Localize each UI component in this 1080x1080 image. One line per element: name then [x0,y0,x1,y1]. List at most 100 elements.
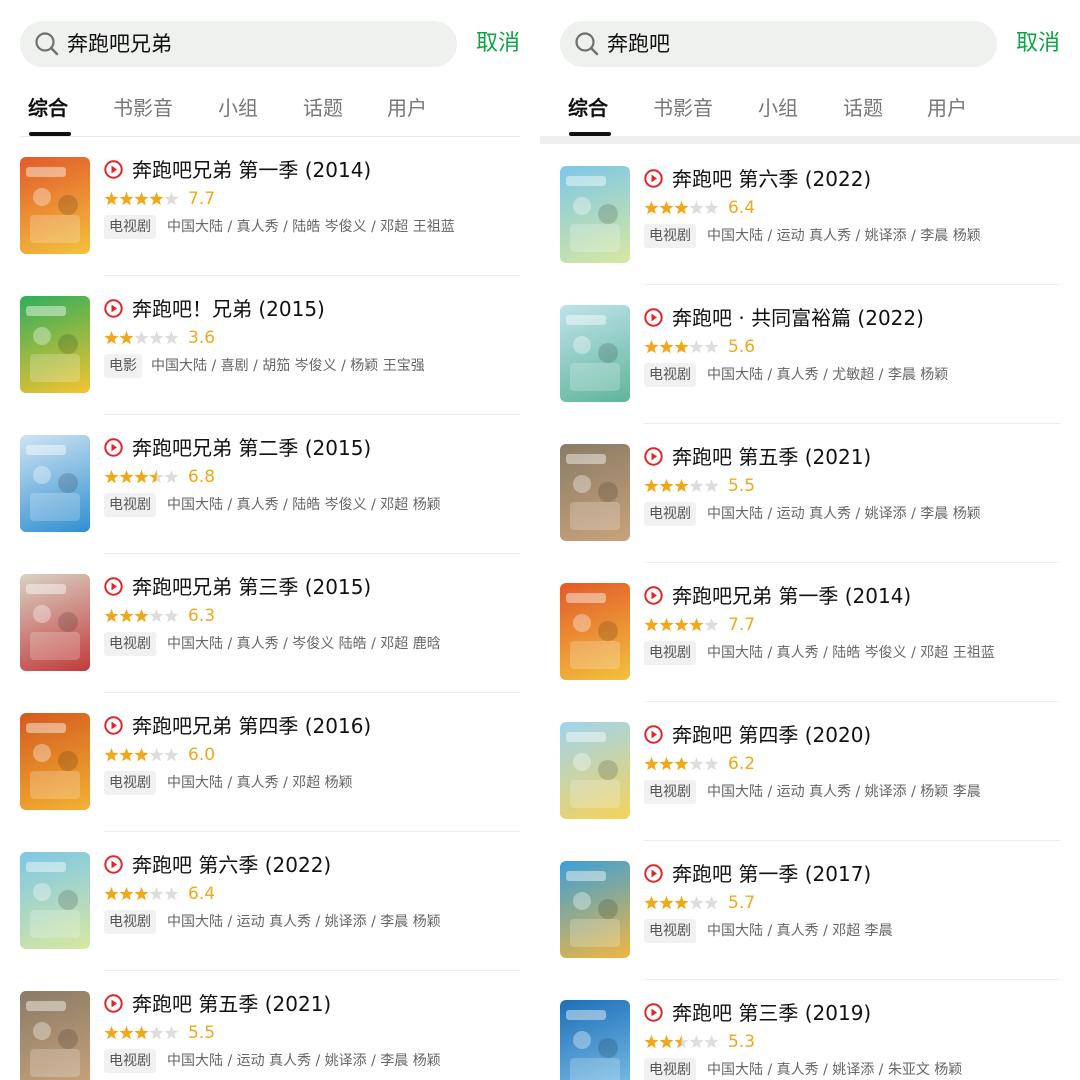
result-title[interactable]: 奔跑吧 第四季 (2020) [672,722,871,748]
result-item[interactable]: 奔跑吧 第三季 (2019) 5.3 电视剧 中国大陆 / 真人秀 / 姚译添 / 朱… [540,980,1080,1080]
star-icon [104,608,119,623]
result-title[interactable]: 奔跑吧 · 共同富裕篇 (2022) [672,305,924,331]
divider [540,136,1080,144]
rating-value: 6.2 [728,754,756,774]
poster-image[interactable] [560,1000,630,1080]
type-badge: 电视剧 [644,363,696,387]
star-rating [104,886,179,901]
poster-image[interactable] [20,435,90,532]
play-icon [644,725,663,744]
poster-image[interactable] [20,991,90,1080]
result-title[interactable]: 奔跑吧 第一季 (2017) [672,861,871,887]
star-rating [644,756,719,771]
poster-image[interactable] [20,296,90,393]
star-icon [689,478,704,493]
star-icon [149,886,164,901]
tab-3[interactable]: 话题 [843,88,883,128]
cancel-button[interactable]: 取消 [476,21,520,67]
poster-image[interactable] [560,166,630,263]
result-item[interactable]: 奔跑吧 第六季 (2022) 6.4 电视剧 中国大陆 / 运动 真人秀 / 姚译添 … [0,832,540,971]
star-icon [644,478,659,493]
search-input[interactable]: 奔跑吧 [560,21,997,67]
result-title[interactable]: 奔跑吧 第五季 (2021) [672,444,871,470]
star-icon [149,330,164,345]
result-item[interactable]: 奔跑吧兄弟 第二季 (2015) 6.8 电视剧 中国大陆 / 真人秀 / 陆皓 岑俊… [0,415,540,554]
type-badge: 电视剧 [644,641,696,665]
star-icon [134,747,149,762]
tab-2[interactable]: 小组 [758,88,798,128]
result-title[interactable]: 奔跑吧兄弟 第四季 (2016) [132,713,371,739]
result-item[interactable]: 奔跑吧兄弟 第一季 (2014) 7.7 电视剧 中国大陆 / 真人秀 / 陆皓 岑俊… [540,563,1080,702]
poster-image[interactable] [560,722,630,819]
star-icon [644,1034,659,1049]
result-item[interactable]: 奔跑吧兄弟 第三季 (2015) 6.3 电视剧 中国大陆 / 真人秀 / 岑俊义 陆… [0,554,540,693]
result-item[interactable]: 奔跑吧 第六季 (2022) 6.4 电视剧 中国大陆 / 运动 真人秀 / 姚译添 … [540,146,1080,285]
poster-image[interactable] [560,583,630,680]
result-item[interactable]: 奔跑吧 第一季 (2017) 5.7 电视剧 中国大陆 / 真人秀 / 邓超 李晨 [540,841,1080,980]
poster-image[interactable] [560,444,630,541]
tab-4[interactable]: 用户 [927,88,967,128]
star-icon [674,617,689,632]
result-item[interactable]: 奔跑吧 · 共同富裕篇 (2022) 5.6 电视剧 中国大陆 / 真人秀 / 尤敏超… [540,285,1080,424]
result-title[interactable]: 奔跑吧 第六季 (2022) [672,166,871,192]
type-badge: 电视剧 [644,780,696,804]
result-meta: 中国大陆 / 运动 真人秀 / 姚译添 / 李晨 杨颖 [707,506,981,522]
tab-4[interactable]: 用户 [387,88,427,128]
result-item[interactable]: 奔跑吧兄弟 第四季 (2016) 6.0 电视剧 中国大陆 / 真人秀 / 邓超 杨颖 [0,693,540,832]
type-badge: 电视剧 [104,1049,156,1073]
result-title[interactable]: 奔跑吧 第三季 (2019) [672,1000,871,1026]
play-icon [644,586,663,605]
result-item[interactable]: 奔跑吧！兄弟 (2015) 3.6 电影 中国大陆 / 喜剧 / 胡笳 岑俊义 / 杨… [0,276,540,415]
poster-image[interactable] [560,305,630,402]
result-list: 奔跑吧兄弟 第一季 (2014) 7.7 电视剧 中国大陆 / 真人秀 / 陆皓 岑俊… [0,137,540,1080]
star-icon [119,608,134,623]
rating-value: 6.8 [188,467,216,487]
poster-image[interactable] [560,861,630,958]
poster-image[interactable] [20,852,90,949]
star-icon [659,1034,674,1049]
poster-image[interactable] [20,713,90,810]
star-icon [704,1034,719,1049]
result-title[interactable]: 奔跑吧兄弟 第三季 (2015) [132,574,371,600]
result-title[interactable]: 奔跑吧兄弟 第一季 (2014) [132,157,371,183]
star-rating [104,1025,179,1040]
star-rating [104,747,179,762]
result-meta: 中国大陆 / 真人秀 / 陆皓 岑俊义 / 邓超 杨颖 [167,497,441,513]
star-icon [659,200,674,215]
result-title[interactable]: 奔跑吧 第五季 (2021) [132,991,331,1017]
poster-image[interactable] [20,574,90,671]
result-item[interactable]: 奔跑吧兄弟 第一季 (2014) 7.7 电视剧 中国大陆 / 真人秀 / 陆皓 岑俊… [0,137,540,276]
star-icon [689,200,704,215]
result-item[interactable]: 奔跑吧 第五季 (2021) 5.5 电视剧 中国大陆 / 运动 真人秀 / 姚译添 … [0,971,540,1080]
tab-1[interactable]: 书影音 [653,88,713,128]
result-title[interactable]: 奔跑吧 第六季 (2022) [132,852,331,878]
search-input[interactable]: 奔跑吧兄弟 [20,21,457,67]
tab-2[interactable]: 小组 [218,88,258,128]
rating-value: 7.7 [188,189,216,209]
star-icon [149,608,164,623]
type-badge: 电视剧 [104,215,156,239]
star-icon [104,747,119,762]
result-title[interactable]: 奔跑吧兄弟 第一季 (2014) [672,583,911,609]
star-icon [104,330,119,345]
result-item[interactable]: 奔跑吧 第四季 (2020) 6.2 电视剧 中国大陆 / 运动 真人秀 / 姚译添 … [540,702,1080,841]
search-icon [34,31,60,57]
tab-0[interactable]: 综合 [568,88,608,128]
result-meta: 中国大陆 / 运动 真人秀 / 姚译添 / 李晨 杨颖 [707,228,981,244]
star-icon [104,886,119,901]
play-icon [104,716,123,735]
cancel-button[interactable]: 取消 [1016,21,1060,67]
type-badge: 电视剧 [104,771,156,795]
star-icon [704,617,719,632]
result-item[interactable]: 奔跑吧 第五季 (2021) 5.5 电视剧 中国大陆 / 运动 真人秀 / 姚译添 … [540,424,1080,563]
tab-1[interactable]: 书影音 [113,88,173,128]
star-rating [104,608,179,623]
star-rating [644,895,719,910]
result-meta: 中国大陆 / 运动 真人秀 / 姚译添 / 李晨 杨颖 [167,1053,441,1069]
poster-image[interactable] [20,157,90,254]
result-title[interactable]: 奔跑吧！兄弟 (2015) [132,296,325,322]
tab-0[interactable]: 综合 [28,88,68,128]
star-icon [674,339,689,354]
result-title[interactable]: 奔跑吧兄弟 第二季 (2015) [132,435,371,461]
tab-3[interactable]: 话题 [303,88,343,128]
